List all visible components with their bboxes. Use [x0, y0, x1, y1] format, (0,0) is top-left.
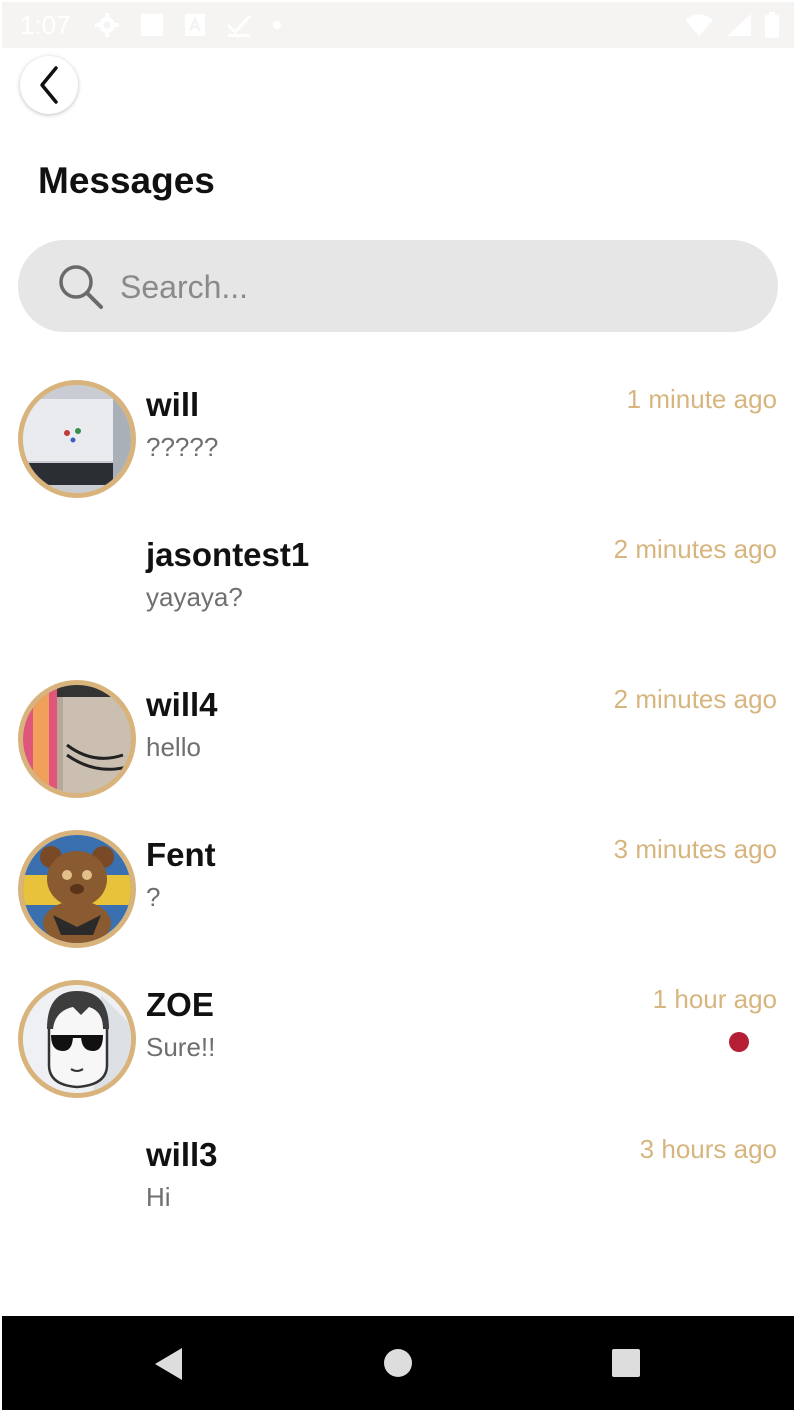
conversation-row[interactable]: jasontest1 yayaya? 2 minutes ago	[0, 530, 797, 680]
conversation-name: ZOE	[146, 986, 214, 1023]
status-time: 1:07	[20, 10, 71, 40]
conversation-preview: Hi	[146, 1182, 171, 1212]
status-bar: 1:07	[2, 2, 794, 48]
search-bar[interactable]	[18, 240, 778, 332]
settings-icon	[95, 13, 119, 37]
conversation-name: jasontest1	[146, 536, 310, 573]
conversation-time: 1 hour ago	[652, 984, 777, 1014]
desk-photo-avatar	[23, 685, 131, 793]
conversation-time: 1 minute ago	[626, 384, 777, 414]
conversation-row[interactable]: will4 hello 2 minutes ago	[0, 680, 797, 830]
conversation-name: will4	[146, 686, 218, 723]
conversation-name: will3	[146, 1136, 218, 1173]
conversation-row[interactable]: ZOE Sure!! 1 hour ago	[0, 980, 797, 1130]
status-icons-left	[94, 12, 282, 38]
conversation-row[interactable]: will ????? 1 minute ago	[0, 380, 797, 530]
dot-icon	[273, 21, 281, 29]
conversation-time: 3 hours ago	[639, 1134, 777, 1164]
messages-screen: 1:07 Messages Search... will ????? 1 min…	[0, 0, 797, 1414]
nav-back-icon[interactable]	[152, 1346, 186, 1382]
back-button[interactable]	[20, 56, 78, 114]
conversation-preview: ?	[146, 882, 161, 912]
avatar	[18, 680, 136, 798]
monitor-photo-avatar	[23, 385, 131, 493]
signal-icon	[727, 14, 751, 36]
conversation-preview: ?????	[146, 432, 219, 462]
system-nav-bar	[2, 1316, 794, 1410]
search-input[interactable]	[118, 260, 742, 314]
nav-recents-icon[interactable]	[610, 1346, 642, 1380]
conversation-preview: Sure!!	[146, 1032, 216, 1062]
page-title: Messages	[38, 160, 215, 201]
sunglasses-cartoon-avatar	[23, 985, 131, 1093]
avatar	[18, 830, 136, 948]
teddy-bear-photo-avatar	[23, 835, 131, 943]
status-icons-right	[684, 12, 780, 38]
wifi-icon	[685, 14, 713, 36]
unread-indicator	[729, 1032, 749, 1052]
conversation-preview: yayaya?	[146, 582, 243, 612]
conversation-name: will	[146, 386, 200, 423]
a-box-icon	[185, 14, 205, 36]
square-icon	[141, 14, 163, 36]
conversation-time: 3 minutes ago	[613, 834, 777, 864]
check-icon	[226, 14, 252, 37]
conversation-time: 2 minutes ago	[613, 534, 777, 564]
battery-icon	[765, 12, 779, 38]
conversation-time: 2 minutes ago	[613, 684, 777, 714]
search-icon	[59, 265, 103, 309]
conversation-row[interactable]: will3 Hi 3 hours ago	[0, 1130, 797, 1280]
conversation-name: Fent	[146, 836, 216, 873]
avatar	[18, 980, 136, 1098]
conversation-row[interactable]: Fent ? 3 minutes ago	[0, 830, 797, 980]
conversation-preview: hello	[146, 732, 201, 762]
nav-home-icon[interactable]	[382, 1346, 414, 1380]
avatar	[18, 380, 136, 498]
chevron-left-icon	[40, 66, 58, 104]
